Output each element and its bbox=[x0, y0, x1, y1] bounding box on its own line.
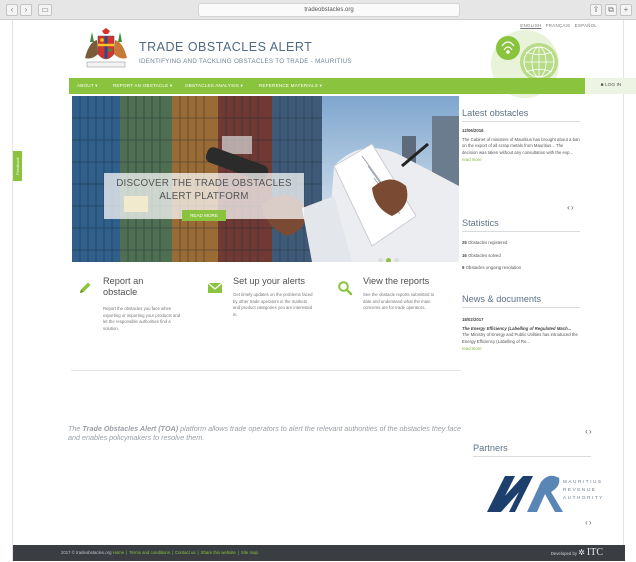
footer-link-terms[interactable]: Terms and conditions bbox=[129, 550, 170, 555]
stat-ongoing: 9 Obstacles ongoing resolution bbox=[462, 265, 580, 272]
footer-copyright: 2017 © tradeobstacles.org bbox=[61, 550, 112, 555]
statistics-list: 25 Obstacles registered 16 Obstacles sol… bbox=[462, 240, 580, 272]
news-title[interactable]: The Energy Efficiency (Labelling of Regu… bbox=[462, 326, 580, 333]
add-tab-icon[interactable]: + bbox=[620, 4, 632, 16]
page: ENGLISH FRANÇAIS ESPAÑOL TRADE OBSTACLES… bbox=[12, 20, 636, 561]
user-icon: ■ bbox=[600, 83, 604, 88]
footer-credit[interactable]: Developed by ✲ ITC bbox=[551, 545, 603, 562]
itc-logo-text: ITC bbox=[586, 547, 603, 558]
forward-button[interactable]: › bbox=[20, 4, 32, 16]
mra-word: REVENUE bbox=[563, 487, 597, 492]
feature-title: Report an obstacle bbox=[103, 276, 144, 297]
news-date: 18/02/2017 bbox=[462, 317, 484, 322]
feature-text: See the obstacle reports submitted to da… bbox=[363, 292, 435, 311]
feedback-tab[interactable]: Feedback bbox=[13, 151, 22, 181]
search-icon bbox=[338, 281, 353, 296]
news-read-more-link[interactable]: read more bbox=[462, 346, 580, 353]
developed-by-label: Developed by bbox=[550, 551, 577, 556]
latest-obstacle-date: 12/06/2016 bbox=[462, 128, 484, 133]
news-heading: News & documents bbox=[462, 294, 542, 304]
feature-title: Set up your alerts bbox=[233, 276, 306, 286]
mra-word: MAURITIUS bbox=[563, 479, 603, 484]
latest-obstacle-item: 12/06/2016 The Cabinet of ministers of M… bbox=[462, 128, 580, 164]
footer-link-contact[interactable]: Contact us bbox=[175, 550, 196, 555]
hero-read-more-button[interactable]: READ MORE bbox=[182, 210, 226, 221]
login-button[interactable]: ■ LOG IN bbox=[585, 78, 636, 94]
browser-toolbar: ‹ › ▭ tradeobstacles.org ⇪ ⧉ + bbox=[0, 0, 636, 20]
statistics-heading: Statistics bbox=[462, 218, 499, 228]
stat-count: 16 bbox=[462, 252, 467, 258]
footer: 2017 © tradeobstacles.org Home | Terms and… bbox=[13, 545, 625, 561]
tabs-icon[interactable]: ⧉ bbox=[605, 4, 617, 16]
news-item: 18/02/2017 The Energy Efficiency (Labell… bbox=[462, 317, 580, 353]
feature-text: Get timely updates on the problems faced… bbox=[233, 292, 313, 317]
site-subtitle: IDENTIFYING AND TACKLING OBSTACLES TO TR… bbox=[139, 58, 352, 65]
nav-obstacles-analysis[interactable]: OBSTACLES ANALYSIS ▾ bbox=[185, 78, 243, 94]
partners-heading: Partners bbox=[473, 443, 508, 453]
main-nav: ABOUT ▾ REPORT AN OBSTACLE ▾ OBSTACLES A… bbox=[69, 78, 636, 94]
stat-count: 9 bbox=[462, 265, 465, 271]
latest-read-more-link[interactable]: read more bbox=[462, 157, 580, 164]
heading-rule bbox=[473, 456, 591, 457]
footer-links: 2017 © tradeobstacles.org Home | Terms and… bbox=[61, 545, 258, 561]
stat-count: 25 bbox=[462, 240, 467, 245]
stat-label: Obstacles solved bbox=[467, 252, 501, 258]
coat-of-arms-logo[interactable] bbox=[81, 28, 131, 72]
footer-separator: | bbox=[197, 550, 199, 555]
hero-slider[interactable]: DISCOVER THE TRADE OBSTACLES ALERT PLATF… bbox=[72, 96, 459, 262]
address-bar-url: tradeobstacles.org bbox=[304, 7, 354, 13]
tagline-before: The bbox=[68, 424, 83, 433]
lang-spanish[interactable]: ESPAÑOL bbox=[575, 23, 597, 28]
hero-pagination bbox=[378, 250, 402, 262]
section-divider bbox=[71, 370, 461, 371]
envelope-icon bbox=[207, 282, 223, 293]
feature-title: View the reports bbox=[363, 276, 430, 286]
heading-rule bbox=[462, 307, 580, 308]
stat-registered: 25 Obstacles registered bbox=[462, 240, 580, 247]
back-button[interactable]: ‹ bbox=[6, 4, 18, 16]
mra-partner-logo[interactable]: MAURITIUS REVENUE AUTHORITY bbox=[483, 468, 604, 520]
hero-dot[interactable] bbox=[394, 258, 399, 262]
hero-dot-active[interactable] bbox=[386, 258, 391, 262]
share-icon[interactable]: ⇪ bbox=[590, 4, 602, 16]
latest-obstacle-text: The Cabinet of ministers of Mauritius ha… bbox=[462, 136, 580, 156]
footer-link-sitemap[interactable]: Site map bbox=[241, 550, 258, 555]
footer-separator: | bbox=[126, 550, 128, 555]
address-bar[interactable]: tradeobstacles.org bbox=[198, 3, 460, 17]
itc-logo-icon: ✲ bbox=[578, 548, 585, 557]
mra-logo-text: MAURITIUS REVENUE AUTHORITY bbox=[563, 478, 604, 502]
footer-separator: | bbox=[237, 550, 239, 555]
hero-dot[interactable] bbox=[378, 258, 383, 262]
heading-rule bbox=[462, 121, 580, 122]
footer-link-share[interactable]: Share this website bbox=[201, 550, 236, 555]
platform-tagline: The Trade Obstacles Alert (TOA) platform… bbox=[68, 424, 468, 442]
hero-title: DISCOVER THE TRADE OBSTACLES ALERT PLATF… bbox=[116, 178, 292, 202]
pencil-icon bbox=[80, 282, 91, 293]
tagline-brand: Trade Obstacles Alert (TOA) bbox=[82, 424, 179, 433]
site-title: TRADE OBSTACLES ALERT bbox=[139, 40, 313, 54]
nav-about[interactable]: ABOUT ▾ bbox=[77, 78, 98, 94]
stat-solved: 16 Obstacles solved bbox=[462, 253, 580, 260]
nav-reference-materials[interactable]: REFERENCE MATERIALS ▾ bbox=[259, 78, 322, 94]
feature-text: Report the obstacles you face when expor… bbox=[103, 306, 181, 331]
login-label: LOG IN bbox=[604, 83, 622, 88]
stat-label: Obstacles registered bbox=[467, 240, 508, 245]
footer-separator: | bbox=[171, 550, 173, 555]
stat-label: Obstacles ongoing resolution bbox=[465, 265, 522, 271]
footer-link-home[interactable]: Home bbox=[113, 550, 124, 555]
sidebar-toggle-icon[interactable]: ▭ bbox=[38, 4, 52, 16]
latest-obstacles-heading: Latest obstacles bbox=[462, 108, 529, 118]
latest-carousel-arrows[interactable]: ‹› bbox=[567, 202, 575, 212]
partners-carousel-arrows[interactable]: ‹› bbox=[585, 517, 593, 527]
news-carousel-arrows[interactable]: ‹› bbox=[585, 426, 593, 436]
heading-rule bbox=[462, 231, 580, 232]
news-text: The Ministry of Energy and Public Utilit… bbox=[462, 332, 578, 345]
mra-word: AUTHORITY bbox=[563, 495, 604, 500]
nav-report-obstacle[interactable]: REPORT AN OBSTACLE ▾ bbox=[113, 78, 172, 94]
